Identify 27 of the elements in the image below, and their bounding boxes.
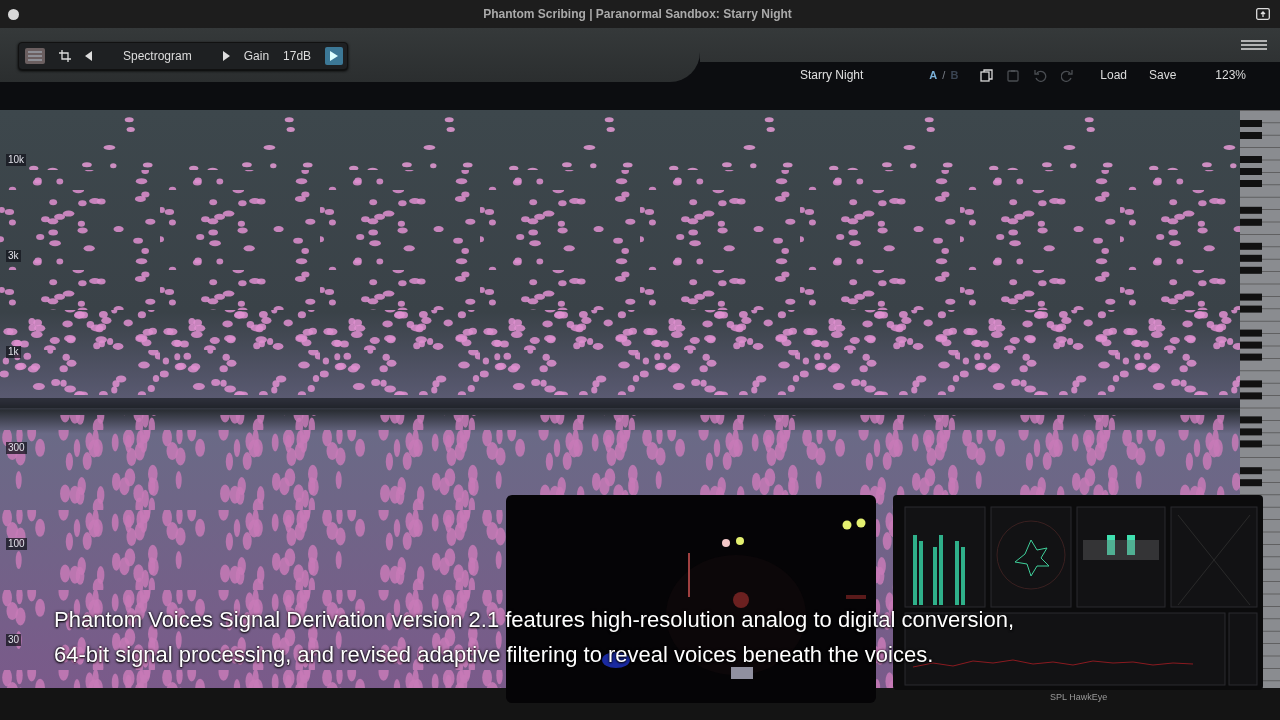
- frequency-label: 10k: [6, 154, 27, 166]
- analyzer-caption: SPL HawkEye: [1050, 692, 1108, 702]
- copy-icon[interactable]: [980, 68, 994, 82]
- gain-label: Gain: [243, 49, 270, 63]
- previous-arrow-icon[interactable]: [85, 51, 93, 61]
- view-selector[interactable]: Spectrogram: [107, 49, 208, 63]
- preset-button[interactable]: Load: [1100, 68, 1128, 82]
- menu-icon[interactable]: [1241, 40, 1267, 50]
- play-button[interactable]: [325, 47, 344, 65]
- window-upload-icon[interactable]: [1256, 8, 1270, 20]
- frequency-label: 3k: [6, 250, 21, 262]
- logo-icon: [25, 48, 45, 64]
- window-close-button[interactable]: [8, 8, 19, 20]
- zoom-level[interactable]: 123%: [1215, 68, 1246, 82]
- slot-separator: /: [942, 69, 946, 81]
- window-title: Phantom Scribing | Paranormal Sandbox: Starry Night: [482, 7, 793, 21]
- frequency-label: 300: [6, 442, 27, 454]
- frequency-label: 1k: [6, 346, 21, 358]
- preset-slot-tab[interactable]: A: [929, 69, 938, 81]
- crop-icon[interactable]: [59, 50, 71, 62]
- frequency-label: 100: [6, 538, 27, 550]
- next-arrow-icon[interactable]: [221, 51, 230, 61]
- preset-name[interactable]: Starry Night: [800, 68, 864, 82]
- preset-button[interactable]: Save: [1149, 68, 1177, 82]
- play-icon: [330, 51, 339, 61]
- gain-value[interactable]: 17dB: [283, 49, 312, 63]
- frequency-label: 30: [6, 634, 22, 646]
